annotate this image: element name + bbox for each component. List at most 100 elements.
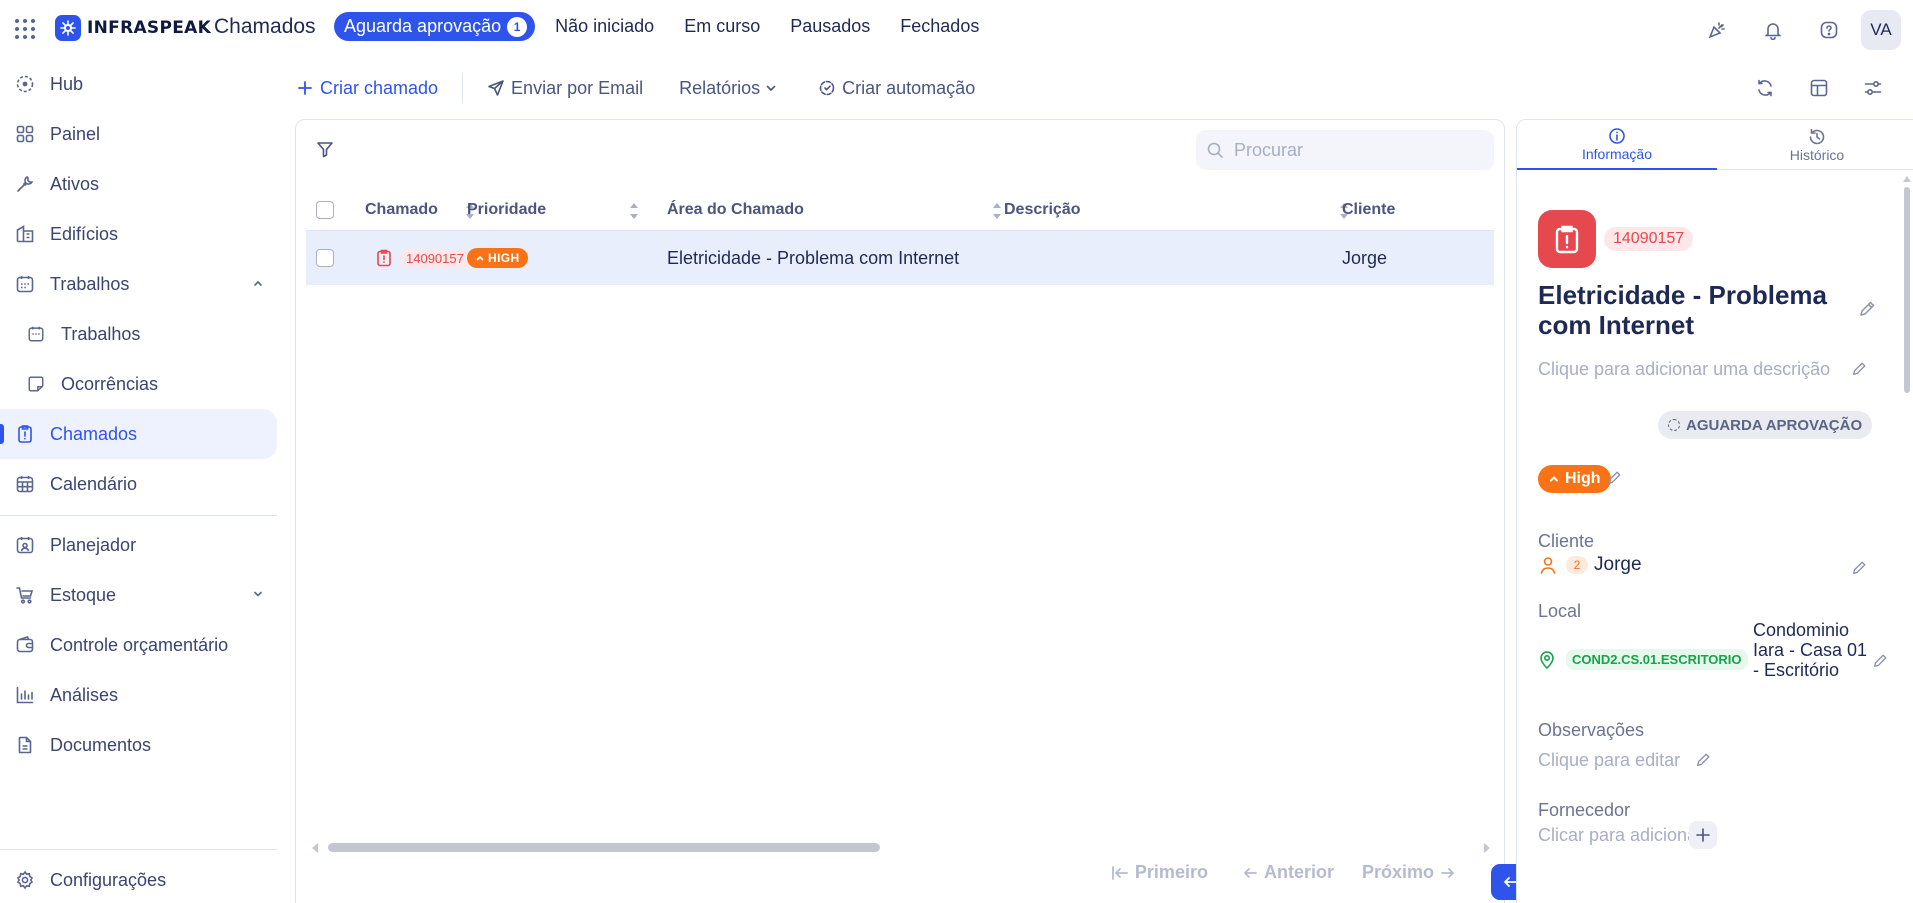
filter-icon[interactable] bbox=[315, 139, 339, 163]
pagination: Primeiro Anterior Próximo bbox=[1077, 862, 1462, 883]
layout-icon[interactable] bbox=[1805, 74, 1833, 102]
tab-nao-iniciado[interactable]: Não iniciado bbox=[545, 12, 664, 41]
refresh-icon[interactable] bbox=[1751, 74, 1779, 102]
sidebar-divider bbox=[0, 515, 277, 516]
top-bar: INFRASPEAK Chamados Aguarda aprovação 1 … bbox=[0, 0, 1913, 58]
status-label: AGUARDA APROVAÇÃO bbox=[1686, 416, 1863, 434]
tab-informacao[interactable]: Informação bbox=[1517, 120, 1717, 170]
chevron-up-icon bbox=[476, 255, 484, 261]
edit-title-icon[interactable] bbox=[1858, 300, 1876, 318]
client-count-badge: 2 bbox=[1566, 556, 1588, 574]
column-header-area[interactable]: Área do Chamado bbox=[667, 190, 804, 230]
next-page-button[interactable]: Próximo bbox=[1362, 862, 1462, 883]
sidebar-item-analises[interactable]: Análises bbox=[0, 670, 277, 720]
scroll-left-icon[interactable] bbox=[310, 842, 320, 854]
sidebar-item-controle-orcamentario[interactable]: Controle orçamentário bbox=[0, 620, 277, 670]
first-page-button[interactable]: Primeiro bbox=[1105, 862, 1208, 883]
apps-grid-icon[interactable] bbox=[13, 17, 37, 41]
document-icon bbox=[14, 734, 36, 756]
tab-aguarda-aprovacao[interactable]: Aguarda aprovação 1 bbox=[334, 12, 536, 41]
observations-edit-link[interactable]: Clique para editar bbox=[1538, 750, 1680, 771]
vertical-scrollbar[interactable] bbox=[1901, 175, 1913, 875]
tab-fechados[interactable]: Fechados bbox=[890, 12, 989, 41]
chevron-down-icon[interactable] bbox=[251, 587, 265, 601]
supplier-label: Fornecedor bbox=[1538, 800, 1631, 820]
sidebar-item-estoque[interactable]: Estoque bbox=[0, 570, 277, 620]
search-input[interactable] bbox=[1234, 139, 1484, 161]
sort-icon[interactable] bbox=[991, 200, 1003, 222]
create-chamado-button[interactable]: Criar chamado bbox=[296, 78, 438, 99]
brand-logo[interactable]: INFRASPEAK bbox=[55, 15, 211, 41]
tab-em-curso[interactable]: Em curso bbox=[674, 12, 770, 41]
status-tabs: Aguarda aprovação 1 Não iniciado Em curs… bbox=[334, 12, 999, 41]
sidebar-item-calendario[interactable]: Calendário bbox=[0, 459, 277, 509]
edit-observations-icon[interactable] bbox=[1695, 752, 1711, 768]
priority-badge: HIGH bbox=[467, 248, 528, 268]
table-row[interactable]: 14090157 HIGH Eletricidade - Problema co… bbox=[306, 231, 1494, 285]
whats-new-icon[interactable] bbox=[1699, 12, 1735, 48]
status-badge[interactable]: AGUARDA APROVAÇÃO bbox=[1658, 411, 1873, 439]
scroll-up-icon[interactable] bbox=[1902, 175, 1912, 183]
column-header-chamado[interactable]: Chamado bbox=[365, 190, 438, 230]
cell-chamado: 14090157 bbox=[376, 231, 470, 285]
gear-icon bbox=[14, 869, 36, 891]
planner-icon bbox=[14, 534, 36, 556]
edit-client-icon[interactable] bbox=[1851, 560, 1867, 576]
cell-area: Eletricidade - Problema com Internet bbox=[667, 247, 960, 268]
scrollbar-thumb[interactable] bbox=[1904, 187, 1910, 393]
location-code-badge[interactable]: COND2.CS.01.ESCRITORIO bbox=[1566, 649, 1748, 670]
horizontal-scrollbar[interactable] bbox=[310, 841, 1492, 853]
tab-historico[interactable]: Histórico bbox=[1717, 120, 1913, 170]
edit-location-icon[interactable] bbox=[1872, 653, 1888, 669]
bell-icon[interactable] bbox=[1755, 12, 1791, 48]
first-page-label: Primeiro bbox=[1134, 862, 1208, 882]
chevron-up-icon[interactable] bbox=[251, 276, 265, 290]
bar-chart-icon bbox=[14, 684, 36, 706]
sidebar-item-label: Ativos bbox=[50, 173, 100, 194]
column-header-cliente[interactable]: Cliente bbox=[1342, 190, 1395, 230]
reports-dropdown[interactable]: Relatórios bbox=[679, 78, 778, 99]
sort-icon[interactable] bbox=[628, 200, 640, 222]
cell-cliente: Jorge bbox=[1342, 247, 1388, 268]
edit-description-icon[interactable] bbox=[1851, 361, 1867, 377]
sidebar-item-painel[interactable]: Painel bbox=[0, 109, 277, 159]
add-description-link[interactable]: Clique para adicionar uma descrição bbox=[1538, 359, 1830, 380]
sidebar-item-trabalhos-group[interactable]: Trabalhos bbox=[0, 259, 277, 309]
scrollbar-thumb[interactable] bbox=[328, 843, 880, 852]
previous-page-button[interactable]: Anterior bbox=[1236, 862, 1334, 883]
observations-label: Observações bbox=[1538, 720, 1645, 740]
settings-sliders-icon[interactable] bbox=[1859, 74, 1887, 102]
user-avatar[interactable]: VA bbox=[1861, 10, 1901, 50]
add-supplier-link[interactable]: Clicar para adicionar bbox=[1538, 825, 1703, 846]
column-header-prioridade[interactable]: Prioridade bbox=[467, 190, 546, 230]
add-supplier-button[interactable] bbox=[1689, 821, 1717, 849]
sidebar-item-documentos[interactable]: Documentos bbox=[0, 720, 277, 770]
sticky-note-icon bbox=[25, 373, 47, 395]
ticket-id-badge: 14090157 bbox=[1604, 227, 1694, 251]
client-value[interactable]: 2 Jorge bbox=[1538, 554, 1642, 576]
sidebar-item-ativos[interactable]: Ativos bbox=[0, 159, 277, 209]
sidebar-item-label: Controle orçamentário bbox=[50, 634, 229, 655]
scroll-right-icon[interactable] bbox=[1482, 842, 1492, 854]
send-email-button[interactable]: Enviar por Email bbox=[487, 78, 643, 99]
next-page-label: Próximo bbox=[1361, 862, 1434, 882]
sidebar-item-trabalhos[interactable]: Trabalhos bbox=[0, 309, 277, 359]
sidebar-item-hub[interactable]: Hub bbox=[0, 59, 277, 109]
column-header-descricao[interactable]: Descrição bbox=[1004, 190, 1081, 230]
tab-pausados[interactable]: Pausados bbox=[780, 12, 880, 41]
edit-priority-icon[interactable] bbox=[1606, 470, 1622, 486]
create-automation-button[interactable]: Criar automação bbox=[818, 78, 975, 99]
sidebar-item-chamados[interactable]: Chamados bbox=[0, 409, 277, 459]
select-all-checkbox[interactable] bbox=[316, 201, 334, 219]
tab-label: Histórico bbox=[1789, 146, 1845, 163]
sidebar-item-configuracoes[interactable]: Configurações bbox=[0, 855, 277, 903]
sidebar-item-edificios[interactable]: Edifícios bbox=[0, 209, 277, 259]
wrench-icon bbox=[14, 173, 36, 195]
sidebar-item-planejador[interactable]: Planejador bbox=[0, 520, 277, 570]
priority-badge[interactable]: High bbox=[1538, 465, 1611, 493]
help-icon[interactable] bbox=[1811, 12, 1847, 48]
sidebar-item-label: Painel bbox=[50, 123, 101, 144]
ticket-type-icon bbox=[1538, 210, 1596, 268]
sidebar-item-ocorrencias[interactable]: Ocorrências bbox=[0, 359, 277, 409]
row-checkbox[interactable] bbox=[316, 249, 334, 267]
